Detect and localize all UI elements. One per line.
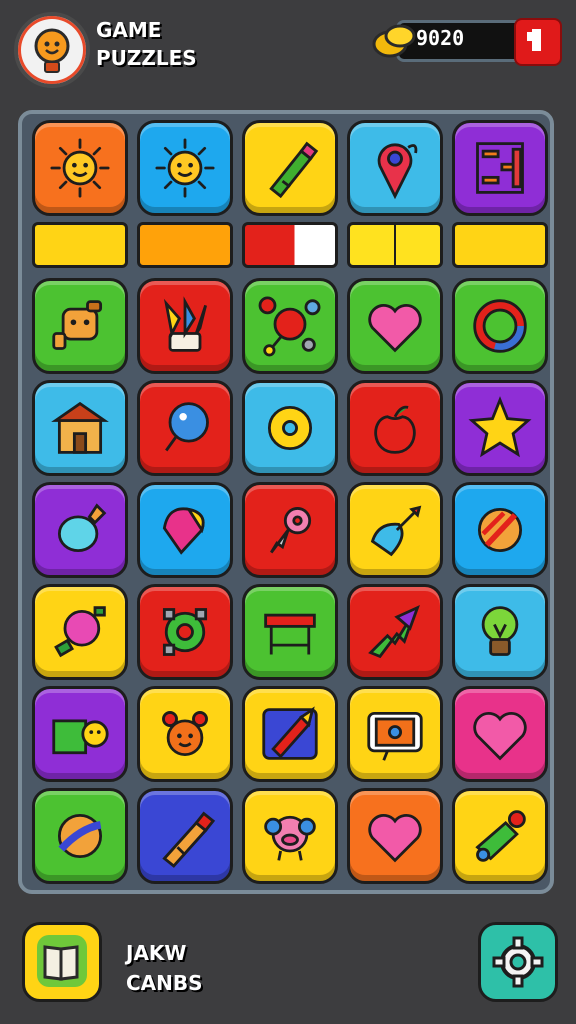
tile-donut[interactable] [242, 380, 338, 476]
coin-counter: 9020 [372, 16, 562, 66]
tile-candy[interactable] [32, 584, 128, 680]
tile-ring[interactable] [452, 278, 548, 374]
add-coins-button[interactable] [514, 18, 562, 66]
tile-paint-tube[interactable] [242, 120, 338, 216]
planet-ball-icon [57, 813, 103, 859]
tile-robot[interactable] [32, 278, 128, 374]
gear-icon [492, 936, 544, 988]
potion-icon [57, 503, 107, 553]
tile-bear[interactable] [137, 686, 233, 782]
lightbulb-icon [481, 606, 519, 656]
footer-label: JAKW CANBS [126, 938, 203, 998]
kite-icon [162, 507, 205, 555]
tile-dart[interactable] [347, 482, 443, 578]
cube-smile-icon [52, 719, 109, 755]
gold-coins-icon [372, 24, 416, 58]
game-title: GAME PUZZLES [96, 16, 197, 72]
heart-icon [368, 304, 422, 353]
tile-star[interactable] [452, 380, 548, 476]
tile-table[interactable] [242, 584, 338, 680]
tile-balloon[interactable] [137, 380, 233, 476]
heart-icon [473, 712, 527, 761]
tile-heart[interactable] [347, 788, 443, 884]
abacus-icon [476, 142, 524, 194]
tile-house[interactable] [32, 380, 128, 476]
footer-label-line-1: JAKW [126, 941, 187, 965]
ring-icon [473, 299, 527, 353]
footer-label-line-2: CANBS [126, 971, 203, 995]
tile-abacus[interactable] [452, 120, 548, 216]
candy-icon [54, 606, 106, 658]
tile-gear-ring[interactable] [137, 584, 233, 680]
tile-crayon[interactable] [137, 788, 233, 884]
tile-pencil[interactable] [242, 686, 338, 782]
key-icon [270, 507, 312, 554]
game-logo[interactable] [14, 12, 90, 88]
table-icon [264, 613, 316, 655]
strip-red-white [242, 222, 338, 268]
pencil-icon [262, 706, 318, 760]
plus-icon [527, 29, 541, 51]
strip-yellow [452, 222, 548, 268]
pig-icon [264, 815, 316, 861]
title-line-1: GAME [96, 18, 162, 42]
tile-apple[interactable] [347, 380, 443, 476]
tile-pig[interactable] [242, 788, 338, 884]
dart-icon [370, 505, 422, 557]
heart-icon [368, 814, 422, 863]
tile-sun[interactable] [32, 120, 128, 216]
tv-icon [367, 711, 423, 761]
tile-paint-bottle[interactable] [452, 788, 548, 884]
open-book-icon [37, 935, 87, 987]
crayon-icon [162, 811, 216, 868]
tile-kite[interactable] [137, 482, 233, 578]
tile-key[interactable] [242, 482, 338, 578]
sun-icon [155, 138, 215, 198]
strip-orange [137, 222, 233, 268]
book-button[interactable] [22, 922, 102, 1002]
strip-yellow-split [347, 222, 443, 268]
settings-button[interactable] [478, 922, 558, 1002]
tile-planet-ball[interactable] [32, 788, 128, 884]
arrow-icon [368, 604, 420, 659]
tile-sun[interactable] [137, 120, 233, 216]
tile-lightbulb[interactable] [452, 584, 548, 680]
gear-ring-icon [162, 608, 208, 656]
paint-bottle-icon [475, 810, 526, 862]
tile-heart[interactable] [347, 278, 443, 374]
donut-icon [267, 405, 313, 451]
paint-tube-icon [269, 141, 319, 199]
apple-icon [374, 405, 416, 454]
house-icon [51, 401, 109, 454]
tile-heart[interactable] [452, 686, 548, 782]
map-pin-icon [377, 143, 418, 200]
striped-ball-icon [477, 507, 523, 553]
tile-molecule[interactable] [242, 278, 338, 374]
tile-cube-smile[interactable] [32, 686, 128, 782]
coin-value: 9020 [416, 26, 465, 50]
title-line-2: PUZZLES [96, 46, 197, 70]
balloon-icon [165, 402, 209, 452]
tile-map-pin[interactable] [347, 120, 443, 216]
paintbrushes-icon [163, 296, 207, 352]
molecule-icon [258, 296, 321, 357]
puzzle-board [18, 110, 554, 894]
lightbulb-face-icon [34, 28, 70, 73]
bear-icon [162, 711, 208, 757]
star-icon [468, 396, 532, 458]
strip-yellow [32, 222, 128, 268]
robot-icon [52, 300, 103, 350]
tile-tv[interactable] [347, 686, 443, 782]
sun-icon [50, 138, 110, 198]
top-bar: GAME PUZZLES 9020 [0, 0, 576, 100]
tile-arrow[interactable] [347, 584, 443, 680]
tile-paintbrushes[interactable] [137, 278, 233, 374]
tile-striped-ball[interactable] [452, 482, 548, 578]
tile-potion[interactable] [32, 482, 128, 578]
